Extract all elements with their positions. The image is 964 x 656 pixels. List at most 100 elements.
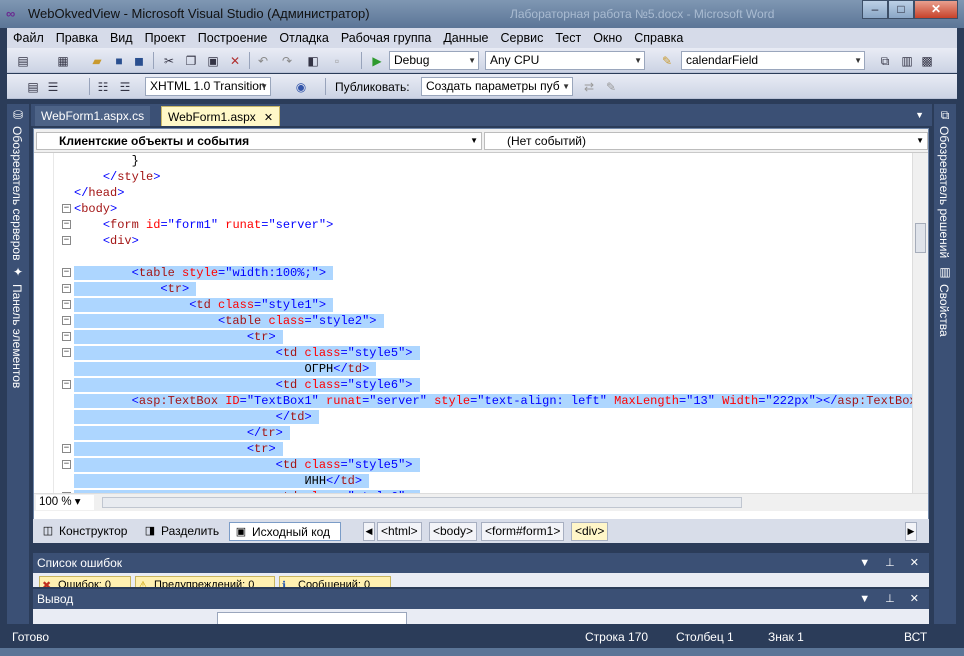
redo-icon[interactable]: ↷ [279, 53, 295, 69]
fold-toggle-icon[interactable]: − [62, 268, 71, 277]
status-line: Строка 170 [585, 630, 649, 644]
menu-test[interactable]: Тест [549, 31, 587, 45]
object-browser-icon[interactable]: ▩ [919, 53, 935, 69]
fold-toggle-icon[interactable]: − [62, 300, 71, 309]
fold-toggle-icon[interactable]: − [62, 204, 71, 213]
fold-toggle-icon[interactable]: − [62, 380, 71, 389]
copy-icon[interactable]: ❐ [183, 53, 199, 69]
publish-edit-icon[interactable]: ✎ [603, 79, 619, 95]
split-view-button[interactable]: ◨ Разделить [139, 522, 219, 541]
indent-icon[interactable]: ☰ [45, 79, 61, 95]
errors-tab[interactable]: ✖ Ошибок: 0 [39, 576, 131, 587]
tab-webform-cs[interactable]: WebForm1.aspx.cs [35, 106, 151, 126]
tab-webform-aspx[interactable]: WebForm1.aspx ✕ [161, 106, 281, 126]
uncomment-icon[interactable]: ☲ [117, 79, 133, 95]
paste-icon[interactable]: ▣ [205, 53, 221, 69]
delete-icon[interactable]: ✕ [227, 53, 243, 69]
events-select[interactable]: (Нет событий) ▼ [484, 132, 928, 150]
horizontal-scrollbar[interactable] [102, 497, 742, 508]
navigate-forward-icon[interactable]: ▫ [329, 53, 345, 69]
breadcrumb-html[interactable]: <html> [377, 522, 422, 541]
breadcrumb-left-arrow[interactable]: ◀ [363, 522, 375, 541]
solution-explorer-icon[interactable]: ⧉ [877, 53, 893, 69]
error-list-controls[interactable]: ▼ ⊥ ✕ [859, 553, 925, 573]
code-line: <tr> [74, 281, 197, 297]
menu-window[interactable]: Окно [587, 31, 628, 45]
save-all-icon[interactable]: ◼ [131, 53, 147, 69]
solution-platform-select[interactable]: Any CPU ▼ [485, 51, 645, 70]
output-controls[interactable]: ▼ ⊥ ✕ [859, 589, 925, 609]
menu-help[interactable]: Справка [628, 31, 689, 45]
fold-toggle-icon[interactable]: − [62, 348, 71, 357]
find-combo[interactable]: calendarField ▼ [681, 51, 865, 70]
solution-configuration-select[interactable]: Debug ▼ [389, 51, 479, 70]
standard-toolbar: ▤ ▦ ▰ ■ ◼ ✂ ❐ ▣ ✕ ↶ ↷ ◧ ▫ ▶ Debug ▼ Any C… [7, 48, 957, 73]
menu-debug[interactable]: Отладка [273, 31, 334, 45]
fold-toggle-icon[interactable]: − [62, 332, 71, 341]
breadcrumb-right-arrow[interactable]: ▶ [905, 522, 917, 541]
split-icon: ◨ [144, 525, 156, 537]
menu-data[interactable]: Данные [437, 31, 494, 45]
menu-tools[interactable]: Сервис [495, 31, 550, 45]
editor-bottom-bar: 100 % ▾ [34, 493, 928, 511]
output-source-select[interactable] [217, 612, 407, 624]
format-document-icon[interactable]: ▤ [25, 79, 41, 95]
menu-file[interactable]: Файл [7, 31, 50, 45]
vertical-scrollbar-thumb[interactable] [915, 223, 926, 253]
solution-explorer-tab-icon[interactable]: ⧉ [937, 107, 953, 123]
properties-tab-icon[interactable]: ▥ [937, 264, 953, 280]
close-button[interactable]: ✕ [914, 0, 958, 19]
server-explorer-icon[interactable]: ⛁ [10, 107, 26, 123]
publish-web-icon[interactable]: ⇄ [581, 79, 597, 95]
start-debugging-icon[interactable]: ▶ [369, 53, 385, 69]
designer-view-button[interactable]: ◫ Конструктор [37, 522, 128, 541]
solution-explorer-tab[interactable]: Обозреватель решений [937, 126, 951, 258]
fold-toggle-icon[interactable]: − [62, 236, 71, 245]
menu-project[interactable]: Проект [139, 31, 192, 45]
fold-toggle-icon[interactable]: − [62, 460, 71, 469]
menu-build[interactable]: Построение [192, 31, 274, 45]
client-objects-select[interactable]: Клиентские объекты и события ▼ [36, 132, 482, 150]
document-tabs: WebForm1.aspx.cs WebForm1.aspx ✕ ▼ [31, 104, 932, 126]
properties-window-icon[interactable]: ▥ [899, 53, 915, 69]
navigate-backward-icon[interactable]: ◧ [305, 53, 321, 69]
maximize-button[interactable]: □ [888, 0, 914, 19]
code-area[interactable]: } </style> </head> − <body> − <form id="form… [34, 153, 912, 493]
fold-toggle-icon[interactable]: − [62, 316, 71, 325]
toolbox-icon[interactable]: ✦ [10, 264, 26, 280]
find-in-files-icon[interactable]: ✎ [659, 53, 675, 69]
menu-view[interactable]: Вид [104, 31, 139, 45]
toolbox-tab[interactable]: Панель элементов [10, 284, 24, 388]
code-line: </tr> [74, 425, 291, 441]
menu-edit[interactable]: Правка [50, 31, 104, 45]
vertical-scrollbar[interactable] [912, 153, 928, 493]
validation-schema-select[interactable]: XHTML 1.0 Transition ▼ [145, 77, 271, 96]
comment-icon[interactable]: ☷ [95, 79, 111, 95]
fold-toggle-icon[interactable]: − [62, 220, 71, 229]
source-view-button[interactable]: ▣ Исходный код [229, 522, 341, 541]
code-line: ОГРН</td> [74, 361, 377, 377]
breadcrumb-div[interactable]: <div> [571, 522, 609, 541]
publish-settings-select[interactable]: Создать параметры пуб ▼ [421, 77, 573, 96]
add-item-icon[interactable]: ▦ [55, 53, 71, 69]
server-explorer-tab[interactable]: Обозреватель серверов [10, 126, 24, 260]
fold-toggle-icon[interactable]: − [62, 444, 71, 453]
warnings-tab[interactable]: ⚠ Предупреждений: 0 [135, 576, 275, 587]
close-tab-icon[interactable]: ✕ [264, 112, 273, 124]
tab-list-chevron-icon[interactable]: ▼ [915, 110, 924, 120]
fold-toggle-icon[interactable]: − [62, 284, 71, 293]
visual-studio-icon: ∞ [6, 6, 16, 21]
breadcrumb-form[interactable]: <form#form1> [481, 522, 565, 541]
check-accessibility-icon[interactable]: ◉ [293, 79, 309, 95]
new-project-icon[interactable]: ▤ [15, 53, 31, 69]
menu-team[interactable]: Рабочая группа [335, 31, 438, 45]
cut-icon[interactable]: ✂ [161, 53, 177, 69]
open-file-icon[interactable]: ▰ [89, 53, 105, 69]
zoom-select[interactable]: 100 % ▾ [36, 495, 94, 510]
breadcrumb-body[interactable]: <body> [429, 522, 478, 541]
minimize-button[interactable]: – [862, 0, 888, 19]
properties-tab[interactable]: Свойства [937, 284, 951, 337]
save-icon[interactable]: ■ [111, 53, 127, 69]
messages-tab[interactable]: ℹ Сообщений: 0 [279, 576, 391, 587]
undo-icon[interactable]: ↶ [255, 53, 271, 69]
